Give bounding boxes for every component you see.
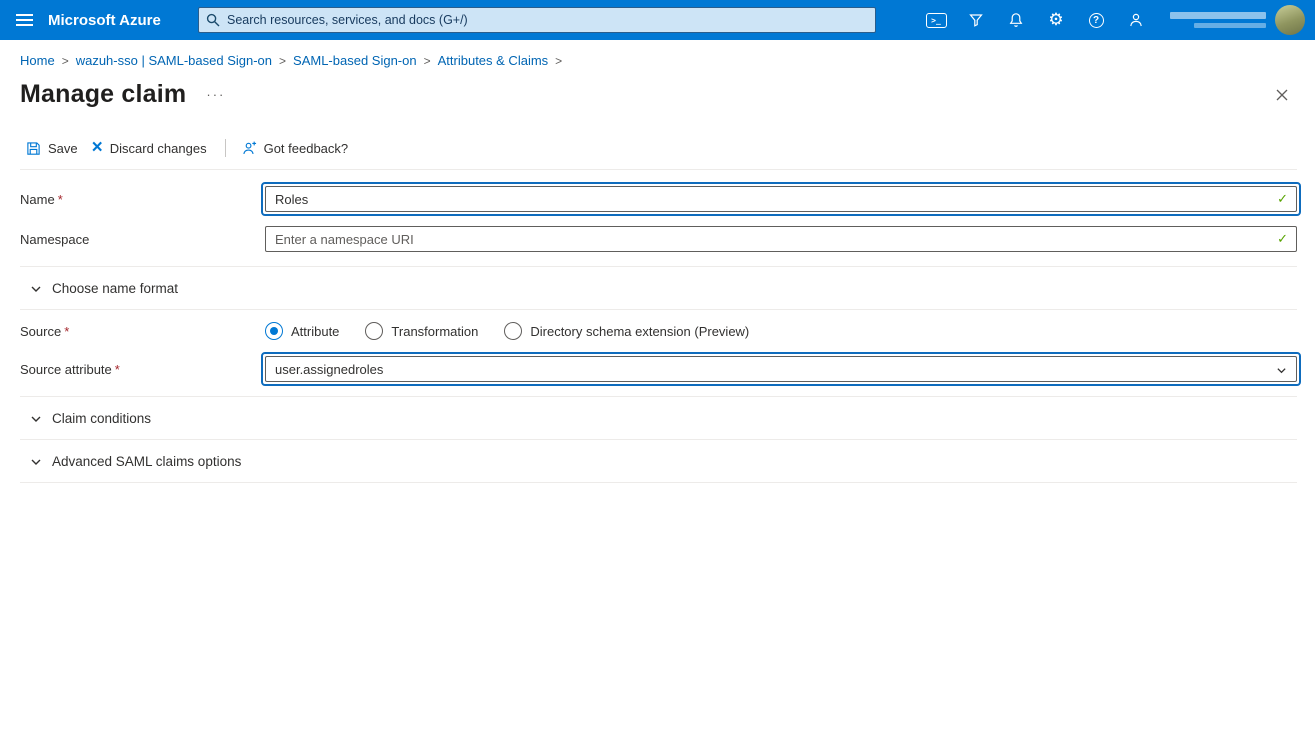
dropdown-value: user.assignedroles (275, 361, 384, 377)
breadcrumb-link-app[interactable]: wazuh-sso | SAML-based Sign-on (76, 53, 272, 68)
close-icon (1276, 89, 1288, 100)
app-header: Microsoft Azure (0, 0, 1315, 40)
feedback-button[interactable] (1116, 0, 1156, 40)
name-row: Name * (20, 182, 1301, 216)
radio-icon (504, 322, 523, 340)
person-feedback-icon (1130, 13, 1142, 27)
global-search-input[interactable] (198, 7, 876, 33)
discard-changes-button[interactable]: Discard changes (86, 138, 215, 159)
brand-title: Microsoft Azure (48, 11, 161, 29)
directory-filter-button[interactable] (956, 0, 996, 40)
section-label: Choose name format (52, 281, 179, 296)
breadcrumb-link-home[interactable]: Home (20, 53, 55, 68)
valid-check-icon (1277, 231, 1288, 247)
avatar (1275, 5, 1305, 35)
cloud-shell-button[interactable] (916, 0, 956, 40)
required-asterisk: * (64, 323, 70, 339)
got-feedback-button[interactable]: Got feedback? (236, 138, 357, 159)
radio-label: Attribute (291, 323, 340, 339)
toolbar-divider (224, 139, 226, 157)
breadcrumb: Home > wazuh-sso | SAML-based Sign-on > … (0, 40, 1315, 68)
help-button[interactable] (1076, 0, 1116, 40)
toolbar-bottom-divider (20, 169, 1297, 170)
radio-directory-schema-extension[interactable]: Directory schema extension (Preview) (504, 322, 749, 340)
required-asterisk: * (114, 361, 120, 377)
radio-attribute[interactable]: Attribute (265, 322, 339, 340)
source-radio-group: Attribute Transformation Directory schem… (265, 322, 1297, 340)
hamburger-icon (15, 14, 33, 16)
source-attribute-highlight: user.assignedroles (261, 352, 1301, 386)
radio-icon (365, 322, 384, 340)
source-attribute-dropdown[interactable]: user.assignedroles (265, 356, 1297, 382)
radio-label: Transformation (391, 323, 479, 339)
name-label: Name * (20, 191, 63, 207)
filter-icon (969, 14, 983, 27)
save-label: Save (48, 140, 78, 156)
help-icon (1088, 12, 1104, 28)
source-attribute-row: Source attribute * user.assignedroles (20, 352, 1301, 386)
section-advanced-saml-options[interactable]: Advanced SAML claims options (20, 440, 1297, 483)
valid-check-icon (1277, 191, 1288, 207)
chevron-down-icon (31, 459, 41, 465)
breadcrumb-separator: > (423, 53, 431, 68)
page-title: Manage claim (20, 80, 187, 108)
namespace-input[interactable] (265, 226, 1297, 252)
breadcrumb-link-attributes-claims[interactable]: Attributes & Claims (438, 53, 549, 68)
section-claim-conditions[interactable]: Claim conditions (20, 397, 1297, 440)
chevron-down-icon (31, 416, 41, 422)
bell-icon (1009, 13, 1023, 27)
section-label: Claim conditions (52, 411, 152, 426)
source-attribute-label: Source attribute * (20, 361, 120, 377)
search-icon (206, 13, 220, 27)
name-input-highlight (261, 182, 1301, 216)
chevron-down-icon (1277, 368, 1286, 374)
feedback-label: Got feedback? (263, 140, 349, 156)
section-choose-name-format[interactable]: Choose name format (20, 267, 1297, 310)
more-options-button[interactable]: ··· (206, 87, 225, 102)
chevron-down-icon (31, 286, 41, 292)
source-label: Source * (20, 323, 70, 339)
manage-claim-form: Name* Namespace Choose name format (0, 182, 1315, 483)
notifications-button[interactable] (996, 0, 1036, 40)
breadcrumb-separator: > (279, 53, 287, 68)
command-bar: Save Discard changes Got feedback? (0, 135, 1315, 161)
breadcrumb-separator: > (555, 53, 563, 68)
account-info-redacted (1170, 12, 1266, 28)
section-label: Advanced SAML claims options (52, 454, 242, 469)
close-button[interactable] (1271, 84, 1293, 106)
radio-label: Directory schema extension (Preview) (530, 323, 750, 339)
feedback-person-icon (242, 141, 256, 154)
source-row: Source * Attribute Transformation Directo… (20, 322, 1297, 340)
cloud-shell-icon (925, 12, 947, 28)
breadcrumb-separator: > (61, 53, 69, 68)
name-input[interactable] (265, 186, 1297, 212)
required-asterisk: * (57, 191, 63, 207)
hamburger-button[interactable] (0, 0, 48, 40)
account-menu[interactable] (1156, 5, 1315, 35)
global-search (198, 7, 876, 33)
settings-button[interactable] (1036, 0, 1076, 40)
radio-selected-icon (265, 322, 283, 340)
namespace-label: Namespace (20, 231, 90, 247)
save-button[interactable]: Save (20, 138, 86, 159)
radio-transformation[interactable]: Transformation (365, 322, 478, 340)
breadcrumb-link-saml-signon[interactable]: SAML-based Sign-on (293, 53, 417, 68)
gear-icon (1048, 10, 1063, 30)
discard-label: Discard changes (109, 140, 207, 156)
save-icon (27, 141, 40, 155)
namespace-row: Namespace (20, 226, 1297, 252)
discard-x-icon (92, 141, 103, 156)
page-header: Manage claim ··· (0, 68, 1315, 109)
